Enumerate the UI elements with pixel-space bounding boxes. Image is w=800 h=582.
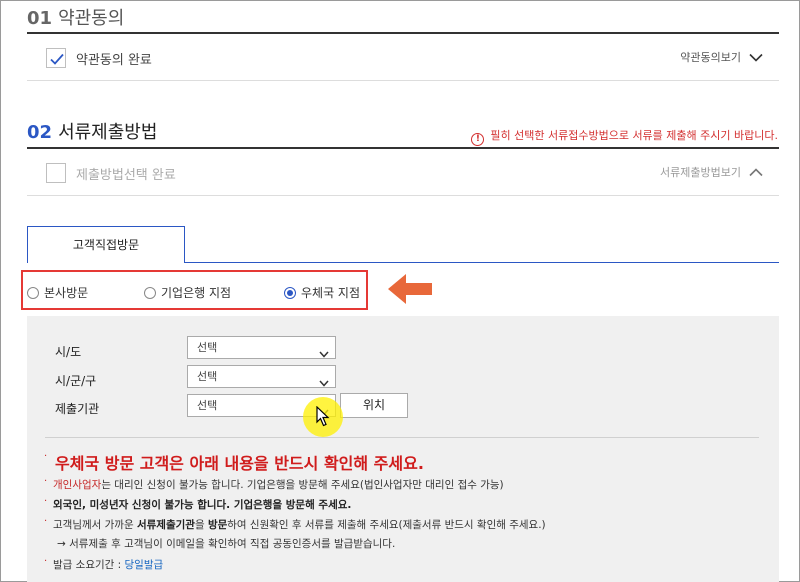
note-line-3-rest: 하여 신원확인 후 서류를 제출해 주세요(제출서류 반드시 확인해 주세요.) <box>227 519 546 531</box>
sido-label: 시/도 <box>55 345 82 359</box>
arrow-left-icon <box>388 272 434 310</box>
sigungu-label: 시/군/구 <box>55 374 97 388</box>
method-done-row[interactable]: 제출방법선택 완료 서류제출방법보기 <box>27 151 779 195</box>
location-button[interactable]: 위치 <box>340 393 408 418</box>
radio-ibk-branch[interactable]: 기업은행 지점 <box>144 284 231 301</box>
terms-agree-row[interactable]: 약관동의 완료 약관동의보기 <box>27 36 779 80</box>
note-line-5-value: 당일발급 <box>124 559 164 571</box>
method-view-toggle[interactable]: 서류제출방법보기 <box>660 164 763 180</box>
method-done-label: 제출방법선택 완료 <box>76 168 176 183</box>
method-view-label: 서류제출방법보기 <box>660 166 741 179</box>
note-line-3-mid: 을 <box>194 519 208 531</box>
note-line-1-text: 는 대리인 신청이 불가능 합니다. 기업은행을 방문해 주세요(법인사업자만 … <box>101 479 504 491</box>
office-select-value: 선택 <box>197 399 218 412</box>
radio-post-office-dot[interactable] <box>284 287 296 299</box>
chevron-down-icon <box>319 344 329 365</box>
radio-post-office[interactable]: 우체국 지점 <box>284 284 360 301</box>
radio-hq-visit-label: 본사방문 <box>44 286 89 300</box>
chevron-down-icon <box>319 373 329 394</box>
section2-divider <box>27 147 779 149</box>
tab-direct-visit[interactable]: 고객직접방문 <box>27 226 185 263</box>
section1-title: 01 약관동의 <box>27 4 124 30</box>
note-line-1-highlight: 개인사업자 <box>53 479 102 491</box>
radio-hq-visit-dot[interactable] <box>27 287 39 299</box>
bullet: · <box>44 516 48 527</box>
section1-number: 01 <box>27 8 53 29</box>
terms-agree-checkbox[interactable] <box>46 48 66 68</box>
notes-divider <box>45 437 759 438</box>
sido-select-value: 선택 <box>197 341 218 354</box>
radio-ibk-branch-label: 기업은행 지점 <box>161 286 232 300</box>
submission-notice-text: 필히 선택한 서류접수방법으로 서류를 제출해 주시기 바랍니다. <box>490 129 778 142</box>
section1-divider <box>27 32 779 34</box>
sigungu-select[interactable]: 선택 <box>187 365 336 388</box>
chevron-down-icon <box>749 52 763 65</box>
note-line-3-pre: 고객님께서 가까운 <box>53 519 137 531</box>
section1-title-text: 약관동의 <box>58 8 125 29</box>
info-icon: ! <box>471 133 485 146</box>
section2-number: 02 <box>27 122 53 143</box>
bullet: · <box>44 496 48 507</box>
terms-agree-label: 약관동의 완료 <box>76 53 152 68</box>
method-done-checkbox[interactable] <box>46 163 66 183</box>
note-line-3-bold: 서류제출기관 <box>136 519 195 531</box>
note-line-5-label: 발급 소요기간 : <box>53 559 125 571</box>
notes-title: 우체국 방문 고객은 아래 내용을 반드시 확인해 주세요. <box>55 454 424 473</box>
check-icon <box>50 53 64 65</box>
terms-view-toggle[interactable]: 약관동의보기 <box>680 49 763 65</box>
section1-bottom-rule <box>27 80 779 81</box>
sido-select[interactable]: 선택 <box>187 336 336 359</box>
section2-title-text: 서류제출방법 <box>58 122 158 143</box>
submission-notice: ! 필히 선택한 서류접수방법으로 서류를 제출해 주시기 바랍니다. <box>471 127 778 146</box>
terms-view-label: 약관동의보기 <box>680 51 741 64</box>
section2-title: 02 서류제출방법 <box>27 118 157 144</box>
radio-hq-visit[interactable]: 본사방문 <box>27 284 88 301</box>
note-line-3-bold2: 방문 <box>207 519 228 531</box>
office-label: 제출기관 <box>55 402 100 416</box>
sigungu-select-value: 선택 <box>197 370 218 383</box>
radio-ibk-branch-dot[interactable] <box>144 287 156 299</box>
note-line-2-text: 외국인, 미성년자 신청이 불가능 합니다. 기업은행을 방문해 주세요. <box>53 499 352 511</box>
radio-post-office-label: 우체국 지점 <box>301 286 361 300</box>
note-line-1: 개인사업자는 대리인 신청이 불가능 합니다. 기업은행을 방문해 주세요(법인… <box>53 477 504 492</box>
section2-bottom-rule <box>27 195 779 196</box>
note-line-4: → 서류제출 후 고객님이 이메일을 확인하여 직접 공동인증서를 발급받습니다… <box>57 538 396 550</box>
note-line-3: 고객님께서 가까운 서류제출기관을 방문하여 신원확인 후 서류를 제출해 주세… <box>53 517 546 532</box>
bullet: · <box>44 476 48 487</box>
note-line-5: 발급 소요기간 : 당일발급 <box>53 557 163 572</box>
note-line-2: 외국인, 미성년자 신청이 불가능 합니다. 기업은행을 방문해 주세요. <box>53 497 351 512</box>
bullet: · <box>44 556 48 567</box>
mouse-pointer-icon <box>316 405 330 431</box>
chevron-up-icon <box>749 167 763 180</box>
bullet: · <box>44 451 48 462</box>
